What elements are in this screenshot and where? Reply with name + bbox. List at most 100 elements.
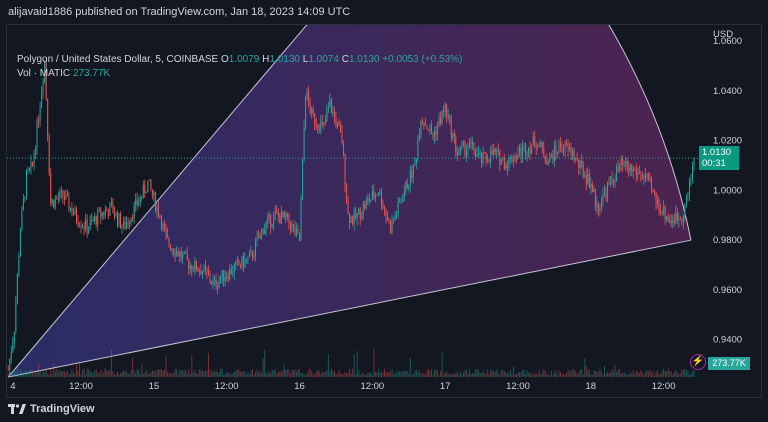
volume-bar: [76, 362, 78, 377]
candle-body: [191, 265, 193, 271]
volume-bar: [106, 370, 108, 377]
volume-bar: [374, 371, 376, 377]
legend-vol-label[interactable]: Vol · MATIC: [17, 68, 70, 79]
candle-body: [446, 104, 448, 118]
candle-body: [570, 147, 572, 157]
volume-bar: [18, 373, 20, 377]
volume-bar: [643, 374, 645, 377]
candle-body: [380, 191, 382, 206]
volume-bar: [452, 373, 454, 377]
candle-body: [221, 270, 223, 278]
volume-bar: [279, 371, 281, 377]
volume-bar: [649, 369, 651, 377]
volume-bar: [130, 370, 132, 377]
volume-bar: [160, 369, 162, 377]
candle-body: [270, 214, 272, 227]
volume-bar: [174, 368, 176, 377]
candle-body: [24, 196, 26, 200]
candle-body: [312, 109, 314, 114]
candle-body: [116, 212, 118, 225]
x-tick-label: 12:00: [506, 381, 530, 392]
volume-bar: [558, 370, 560, 377]
volume-bar: [673, 372, 675, 377]
candle-body: [377, 193, 379, 195]
volume-bar: [154, 371, 156, 377]
legend-volume-row: Vol · MATIC 273.77K: [17, 67, 462, 81]
volume-bar: [252, 369, 254, 377]
volume-bar: [33, 373, 35, 377]
candle-body: [641, 178, 643, 180]
candle-body: [215, 279, 217, 288]
volume-bar: [380, 371, 382, 377]
volume-bar: [115, 374, 117, 377]
candle-body: [387, 215, 389, 221]
volume-bar: [506, 373, 508, 377]
candle-body: [605, 192, 607, 199]
candle-body: [85, 219, 87, 229]
candle-body: [177, 251, 179, 257]
candle-body: [661, 212, 663, 214]
candle-body: [537, 145, 539, 148]
volume-bar: [435, 369, 437, 377]
candle-body: [39, 107, 41, 122]
candle-body: [368, 198, 370, 202]
volume-bar: [669, 371, 671, 377]
volume-bar: [600, 371, 602, 377]
candle-body: [271, 224, 273, 227]
candle-body: [195, 260, 197, 271]
volume-bar: [459, 371, 461, 377]
candle-body: [663, 205, 665, 213]
volume-bar: [305, 374, 307, 377]
tradingview-brand[interactable]: TradingView: [8, 403, 95, 415]
volume-bar: [596, 371, 598, 377]
candle-body: [467, 147, 469, 151]
volume-bar: [258, 372, 260, 377]
candle-body: [623, 163, 625, 165]
candle-body: [323, 122, 325, 124]
candle-body: [311, 109, 313, 114]
candle-body: [691, 165, 693, 179]
volume-bar: [89, 371, 91, 377]
legend-vol: 273.77K: [72, 68, 111, 79]
volume-bar: [561, 374, 563, 377]
volume-bar: [273, 370, 275, 377]
candle-body: [405, 182, 407, 193]
candle-body: [505, 164, 507, 169]
candle-body: [626, 161, 628, 168]
volume-bar: [201, 370, 203, 377]
candle-body: [305, 96, 307, 128]
candle-body: [265, 222, 267, 229]
volume-bar: [74, 373, 76, 377]
volume-bar: [670, 371, 672, 377]
candle-body: [179, 251, 181, 257]
candle-body: [655, 192, 657, 204]
volume-bar: [367, 372, 369, 377]
candle-body: [291, 224, 293, 231]
volume-bar: [597, 371, 599, 377]
volume-bar: [156, 369, 158, 377]
volume-bar: [473, 373, 475, 377]
volume-bar: [97, 372, 99, 377]
candle-body: [82, 226, 84, 228]
volume-bar: [450, 374, 452, 377]
volume-bar: [638, 372, 640, 377]
candle-body: [613, 180, 615, 183]
volume-bar: [253, 374, 255, 377]
candle-body: [678, 218, 680, 221]
volume-bar: [309, 368, 311, 377]
candle-body: [21, 209, 23, 230]
chart-pane[interactable]: 0.9400 0.9600 0.9800 1.0000 1.0200 1.0400 1.06…: [6, 24, 762, 398]
volume-bar: [262, 358, 264, 377]
candle-body: [330, 98, 332, 113]
volume-bar: [226, 371, 228, 377]
legend-symbol[interactable]: Polygon / United States Dollar, 5, COINB…: [17, 54, 218, 65]
volume-bar: [403, 370, 405, 377]
candle-body: [591, 183, 593, 192]
volume-bar: [390, 372, 392, 377]
lightning-icon[interactable]: ⚡: [690, 354, 706, 370]
volume-bar: [318, 371, 320, 377]
volume-bar: [625, 373, 627, 377]
volume-bar: [255, 371, 257, 377]
volume-bar: [529, 372, 531, 377]
volume-bar: [481, 373, 483, 377]
